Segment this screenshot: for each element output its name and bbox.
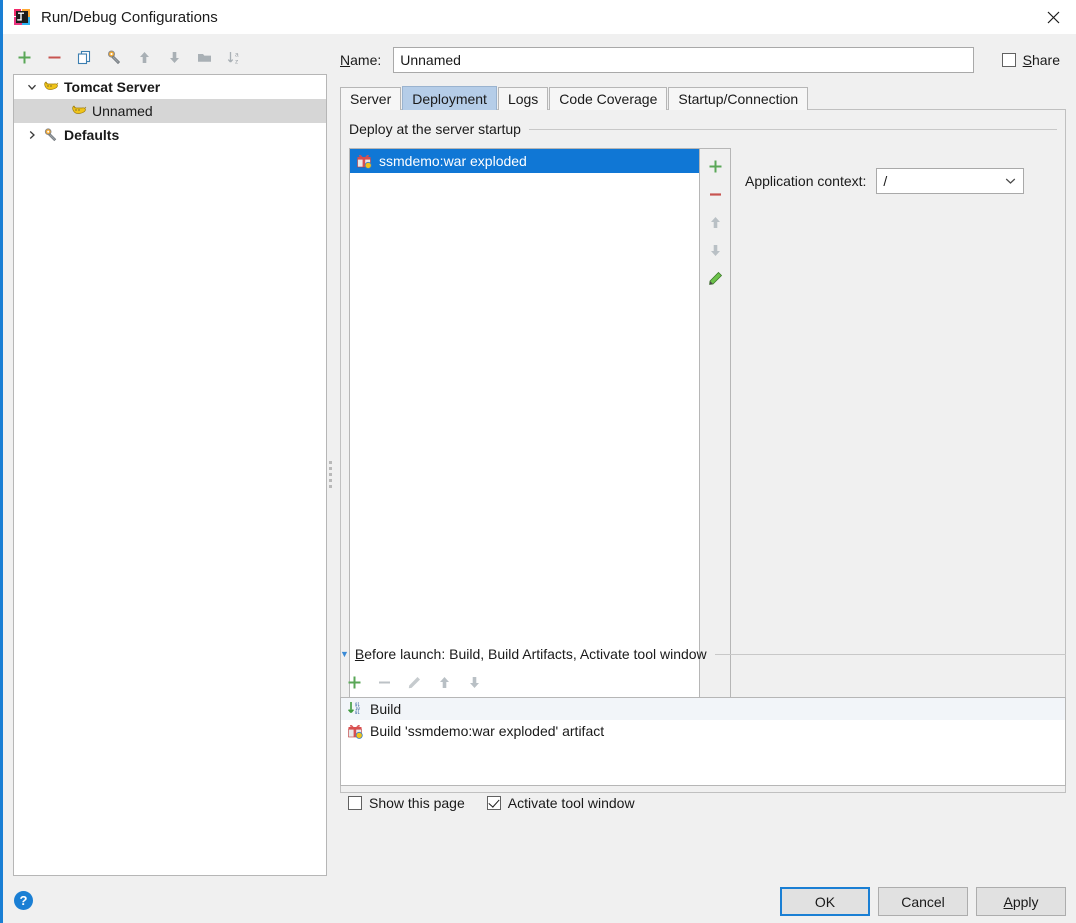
application-context-label: Application context: xyxy=(745,173,867,189)
activate-tool-window-label: Activate tool window xyxy=(507,795,635,811)
dialog-buttons: OK Cancel Apply xyxy=(780,887,1066,916)
before-launch-tasks-list[interactable]: 01 10 01 Build Build 'ssmdemo:war explod… xyxy=(340,697,1066,786)
artifact-icon xyxy=(346,723,364,740)
chevron-down-icon[interactable] xyxy=(22,82,42,92)
name-label-mnemonic: N xyxy=(340,52,351,68)
wrench-icon xyxy=(42,127,60,143)
share-checkbox-box[interactable] xyxy=(1001,53,1016,67)
before-launch-header[interactable]: ▼ Before launch: Build, Build Artifacts,… xyxy=(340,645,1066,663)
deployment-side-toolbar xyxy=(699,148,731,776)
name-row: Name: Share xyxy=(340,46,1066,74)
show-this-page-label: Show this page xyxy=(369,795,465,811)
tree-item-defaults[interactable]: Defaults xyxy=(14,123,326,147)
build-icon: 01 10 01 xyxy=(346,701,364,718)
configuration-tabs: Server Deployment Logs Code Coverage Sta… xyxy=(340,86,809,110)
artifact-icon xyxy=(355,153,373,170)
edit-artifact-pencil-icon[interactable] xyxy=(701,264,729,292)
tree-item-label: Defaults xyxy=(64,127,120,143)
before-launch-title-rest: efore launch: Build, Build Artifacts, Ac… xyxy=(364,646,707,662)
group-divider xyxy=(714,653,1066,655)
add-task-button[interactable] xyxy=(340,668,368,696)
tomcat-icon xyxy=(42,79,60,95)
chevron-down-icon[interactable] xyxy=(1003,177,1017,185)
new-folder-button[interactable] xyxy=(190,43,218,71)
close-icon[interactable] xyxy=(1030,0,1076,34)
remove-task-button xyxy=(370,668,398,696)
panel-splitter[interactable] xyxy=(326,74,334,874)
move-task-down-button xyxy=(460,668,488,696)
apply-button[interactable]: Apply xyxy=(976,887,1066,916)
remove-configuration-button[interactable] xyxy=(40,43,68,71)
edit-defaults-wrench-icon[interactable] xyxy=(100,43,128,71)
help-button[interactable]: ? xyxy=(14,891,33,910)
before-launch-options: Show this page Activate tool window xyxy=(348,795,635,811)
edit-task-pencil-icon xyxy=(400,668,428,696)
show-this-page-checkbox[interactable]: Show this page xyxy=(348,795,465,811)
move-artifact-up-button xyxy=(701,208,729,236)
tab-logs[interactable]: Logs xyxy=(497,87,549,110)
svg-text:z: z xyxy=(235,58,238,65)
chevron-right-icon[interactable] xyxy=(22,130,42,140)
activate-tool-window-checkbox-box[interactable] xyxy=(486,796,501,810)
before-launch-toolbar xyxy=(340,668,488,696)
svg-text:01: 01 xyxy=(355,710,360,715)
copy-configuration-button[interactable] xyxy=(70,43,98,71)
before-launch-title: Before launch: Build, Build Artifacts, A… xyxy=(355,646,715,662)
apply-mnemonic: A xyxy=(1003,893,1013,910)
before-launch-task-label: Build 'ssmdemo:war exploded' artifact xyxy=(370,723,605,739)
tomcat-icon xyxy=(70,103,88,119)
triangle-down-icon[interactable]: ▼ xyxy=(340,649,349,659)
configurations-tree[interactable]: Tomcat Server Unnamed Defaults xyxy=(13,74,327,876)
move-task-up-button xyxy=(430,668,458,696)
move-down-button[interactable] xyxy=(160,43,188,71)
add-configuration-button[interactable] xyxy=(10,43,38,71)
activate-tool-window-checkbox[interactable]: Activate tool window xyxy=(486,795,635,811)
tree-item-unnamed[interactable]: Unnamed xyxy=(14,99,326,123)
intellij-idea-logo-icon xyxy=(13,8,31,26)
move-artifact-down-button xyxy=(701,236,729,264)
tree-item-label: Tomcat Server xyxy=(64,79,161,95)
before-launch-task-row[interactable]: 01 10 01 Build xyxy=(341,698,1065,720)
tree-item-label: Unnamed xyxy=(92,103,153,119)
ok-button[interactable]: OK xyxy=(780,887,870,916)
remove-artifact-button[interactable] xyxy=(701,180,729,208)
before-launch-mnemonic: B xyxy=(354,646,365,662)
application-context-combobox[interactable]: / xyxy=(876,168,1025,194)
tree-item-tomcat-server[interactable]: Tomcat Server xyxy=(14,75,326,99)
application-context-value: / xyxy=(883,173,888,189)
name-label: Name: xyxy=(340,52,381,68)
tab-startup-connection[interactable]: Startup/Connection xyxy=(668,87,809,110)
configurations-toolbar: a z xyxy=(10,40,248,74)
sort-alpha-icon[interactable]: a z xyxy=(220,43,248,71)
share-label-mnemonic: S xyxy=(1022,52,1032,68)
name-input[interactable] xyxy=(393,47,974,73)
name-label-rest: ame: xyxy=(350,52,382,68)
window-accent-bar xyxy=(0,0,3,923)
group-divider xyxy=(528,128,1057,130)
deployment-list-item[interactable]: ssmdemo:war exploded xyxy=(350,149,699,173)
tab-deployment[interactable]: Deployment xyxy=(402,86,497,110)
application-context-row: Application context: / xyxy=(745,168,1025,194)
share-label-rest: hare xyxy=(1031,52,1060,68)
add-artifact-button[interactable] xyxy=(701,152,729,180)
move-up-button[interactable] xyxy=(130,43,158,71)
before-launch-task-label: Build xyxy=(370,701,402,717)
share-label: Share xyxy=(1023,52,1060,68)
run-debug-configurations-dialog: Run/Debug Configurations a z Tomcat Serv… xyxy=(0,0,1076,923)
deploy-group-title: Deploy at the server startup xyxy=(349,121,521,137)
title-bar: Run/Debug Configurations xyxy=(3,0,1076,34)
window-title: Run/Debug Configurations xyxy=(41,8,218,26)
splitter-handle-icon xyxy=(328,460,332,488)
tab-code-coverage[interactable]: Code Coverage xyxy=(549,87,668,110)
tab-server[interactable]: Server xyxy=(340,87,402,110)
deployment-list-item-label: ssmdemo:war exploded xyxy=(379,153,527,169)
show-this-page-checkbox-box[interactable] xyxy=(348,796,362,810)
apply-label-rest: pply xyxy=(1012,893,1039,910)
share-checkbox[interactable]: Share xyxy=(1001,52,1060,68)
before-launch-task-row[interactable]: Build 'ssmdemo:war exploded' artifact xyxy=(341,720,1065,742)
deploy-group-header: Deploy at the server startup xyxy=(349,120,1057,138)
cancel-button[interactable]: Cancel xyxy=(878,887,968,916)
